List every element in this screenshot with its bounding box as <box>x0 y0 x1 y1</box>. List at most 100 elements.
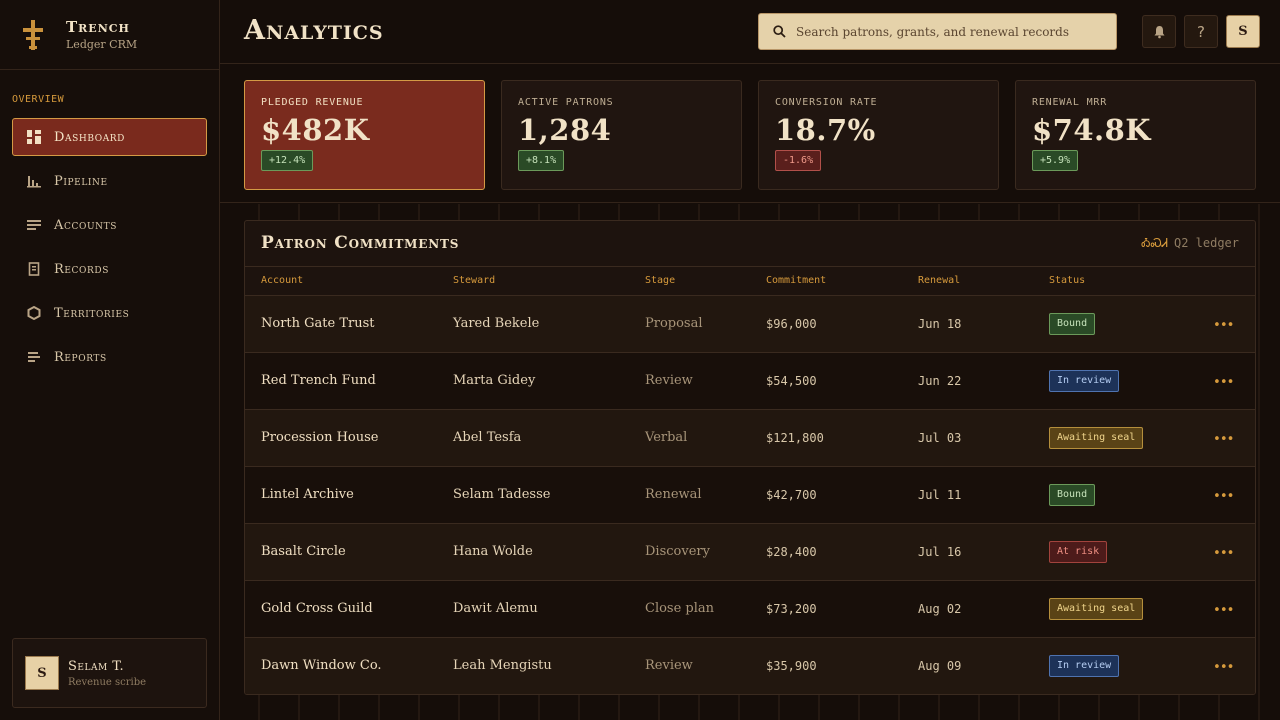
ledger-period: Q2 ledger <box>1173 236 1239 250</box>
kpi-delta-badge: -1.6% <box>775 150 822 171</box>
sidebar-item-pipeline[interactable]: Pipeline <box>12 162 207 200</box>
commitment-cell: $35,900 <box>766 659 817 673</box>
status-badge: Awaiting seal <box>1049 598 1144 620</box>
account-cell[interactable]: Basalt Circle <box>261 544 346 559</box>
kpi-card-pledged-revenue[interactable]: PLEDGED REVENUE $482K +12.4% <box>244 80 485 190</box>
sidebar-item-label: Records <box>54 261 109 277</box>
document-icon <box>27 262 41 276</box>
stage-cell: Discovery <box>645 544 710 559</box>
lines-icon <box>27 218 41 232</box>
renewal-cell: Jun 18 <box>918 317 962 331</box>
row-menu-icon[interactable]: ••• <box>1213 546 1235 561</box>
column-header-steward[interactable]: Steward <box>453 275 495 286</box>
column-header-status[interactable]: Status <box>1049 275 1085 286</box>
account-cell[interactable]: Lintel Archive <box>261 487 354 502</box>
account-cell[interactable]: Procession House <box>261 430 379 445</box>
top-header: Analytics ? S <box>220 0 1280 64</box>
table-row[interactable]: Red Trench Fund Marta Gidey Review $54,500 J… <box>245 353 1255 410</box>
ledger-glyph: ᎣᏍᏗ <box>1141 236 1168 250</box>
table-row[interactable]: North Gate Trust Yared Bekele Proposal $96,… <box>245 296 1255 353</box>
account-cell[interactable]: Red Trench Fund <box>261 373 376 388</box>
user-card[interactable]: S Selam T. Revenue scribe <box>12 638 207 708</box>
bell-icon <box>1154 25 1164 38</box>
kpi-card-active-patrons[interactable]: ACTIVE PATRONS 1,284 +8.1% <box>501 80 742 190</box>
row-menu-icon[interactable]: ••• <box>1213 318 1235 333</box>
kpi-value: $482K <box>261 113 370 147</box>
steward-cell: Leah Mengistu <box>453 658 552 673</box>
column-header-renewal[interactable]: Renewal <box>918 275 960 286</box>
commitment-cell: $28,400 <box>766 545 817 559</box>
kpi-card-renewal-mrr[interactable]: RENEWAL MRR $74.8K +5.9% <box>1015 80 1256 190</box>
row-menu-icon[interactable]: ••• <box>1213 375 1235 390</box>
column-header-account[interactable]: Account <box>261 275 303 286</box>
sidebar-item-accounts[interactable]: Accounts <box>12 206 207 244</box>
account-cell[interactable]: North Gate Trust <box>261 316 374 331</box>
renewal-cell: Jul 16 <box>918 545 962 559</box>
row-menu-icon[interactable]: ••• <box>1213 603 1235 618</box>
notifications-button[interactable] <box>1142 15 1176 48</box>
sidebar-item-label: Territories <box>54 305 130 321</box>
kpi-value: $74.8K <box>1032 113 1152 147</box>
bar-chart-icon <box>27 174 41 188</box>
sidebar-item-records[interactable]: Records <box>12 250 207 288</box>
sidebar-item-label: Pipeline <box>54 173 108 189</box>
kpi-band: PLEDGED REVENUE $482K +12.4% ACTIVE PATR… <box>220 65 1280 203</box>
stage-cell: Proposal <box>645 316 703 331</box>
table-row[interactable]: Basalt Circle Hana Wolde Discovery $28,400 J… <box>245 524 1255 581</box>
column-header-stage[interactable]: Stage <box>645 275 675 286</box>
main-nav: Dashboard Pipeline Accounts Records Terr… <box>12 118 207 382</box>
brand-subtitle: Ledger CRM <box>66 38 138 51</box>
sidebar-item-territories[interactable]: Territories <box>12 294 207 332</box>
sidebar-item-dashboard[interactable]: Dashboard <box>12 118 207 156</box>
search-icon <box>773 25 786 38</box>
account-cell[interactable]: Gold Cross Guild <box>261 601 373 616</box>
status-badge: Awaiting seal <box>1049 427 1144 449</box>
steward-cell: Yared Bekele <box>453 316 540 331</box>
row-menu-icon[interactable]: ••• <box>1213 489 1235 504</box>
renewal-cell: Jul 11 <box>918 488 962 502</box>
renewal-cell: Aug 02 <box>918 602 962 616</box>
help-button[interactable]: ? <box>1184 15 1218 48</box>
search-input[interactable] <box>796 24 1116 39</box>
panel-header: Patron Commitments ᎣᏍᏗ Q2 ledger <box>245 221 1255 267</box>
kpi-card-conversion-rate[interactable]: CONVERSION RATE 18.7% -1.6% <box>758 80 999 190</box>
table-row[interactable]: Lintel Archive Selam Tadesse Renewal $42,70… <box>245 467 1255 524</box>
status-badge: In review <box>1049 370 1120 392</box>
brand[interactable]: Trench Ledger CRM <box>0 0 219 70</box>
cross-logo-icon <box>23 19 43 50</box>
dashboard-grid-icon <box>27 130 41 144</box>
table-row[interactable]: Dawn Window Co. Leah Mengistu Review $35,90… <box>245 638 1255 694</box>
row-menu-icon[interactable]: ••• <box>1213 432 1235 447</box>
user-role: Revenue scribe <box>68 676 147 688</box>
renewal-cell: Jul 03 <box>918 431 962 445</box>
hexagon-icon <box>27 306 41 320</box>
table-row[interactable]: Procession House Abel Tesfa Verbal $121,800… <box>245 410 1255 467</box>
table-header: Account Steward Stage Commitment Renewal… <box>245 267 1255 296</box>
commitment-cell: $73,200 <box>766 602 817 616</box>
row-menu-icon[interactable]: ••• <box>1213 660 1235 675</box>
user-menu-button[interactable]: S <box>1226 15 1260 48</box>
table-row[interactable]: Gold Cross Guild Dawit Alemu Close plan $73… <box>245 581 1255 638</box>
kpi-delta-badge: +8.1% <box>518 150 565 171</box>
steward-cell: Abel Tesfa <box>453 430 522 445</box>
sidebar: Trench Ledger CRM OVERVIEW Dashboard Pip… <box>0 0 220 720</box>
kpi-value: 18.7% <box>775 113 876 147</box>
brand-title: Trench <box>66 18 130 36</box>
account-cell[interactable]: Dawn Window Co. <box>261 658 382 673</box>
column-header-commitment[interactable]: Commitment <box>766 275 826 286</box>
sidebar-item-label: Reports <box>54 349 107 365</box>
panel-meta: ᎣᏍᏗ Q2 ledger <box>1141 236 1239 251</box>
commitment-cell: $96,000 <box>766 317 817 331</box>
user-name: Selam T. <box>68 658 125 674</box>
kpi-delta-badge: +12.4% <box>261 150 314 171</box>
kpi-label: ACTIVE PATRONS <box>518 97 614 108</box>
search-box[interactable] <box>758 13 1117 50</box>
steward-cell: Hana Wolde <box>453 544 533 559</box>
avatar: S <box>25 656 59 690</box>
patron-commitments-panel: Patron Commitments ᎣᏍᏗ Q2 ledger Account … <box>244 220 1256 695</box>
status-badge: In review <box>1049 655 1120 677</box>
sidebar-item-reports[interactable]: Reports <box>12 338 207 376</box>
sidebar-item-label: Accounts <box>54 217 117 233</box>
commitment-cell: $42,700 <box>766 488 817 502</box>
steward-cell: Dawit Alemu <box>453 601 538 616</box>
